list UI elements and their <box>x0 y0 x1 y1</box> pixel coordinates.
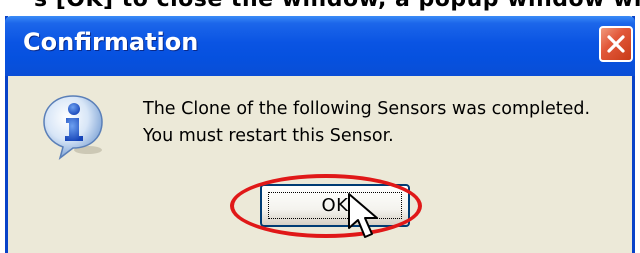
ok-button-label: OK <box>321 195 349 216</box>
message-line-2: You must restart this Sensor. <box>143 126 394 146</box>
document-caption: s [OK] to close the window, a popup wind… <box>0 0 640 16</box>
caption-text: s [OK] to close the window, a popup wind… <box>34 0 640 12</box>
dialog-titlebar[interactable]: Confirmation <box>5 16 635 76</box>
close-button[interactable] <box>599 26 633 62</box>
dialog-content: The Clone of the following Sensors was c… <box>8 76 632 253</box>
close-icon <box>607 35 625 53</box>
dialog-message: The Clone of the following Sensors was c… <box>143 96 590 150</box>
screenshot-stage: s [OK] to close the window, a popup wind… <box>0 0 640 253</box>
ok-button[interactable]: OK <box>260 184 410 227</box>
info-icon <box>43 95 103 160</box>
dialog-title: Confirmation <box>23 28 199 56</box>
message-line-1: The Clone of the following Sensors was c… <box>143 99 591 119</box>
